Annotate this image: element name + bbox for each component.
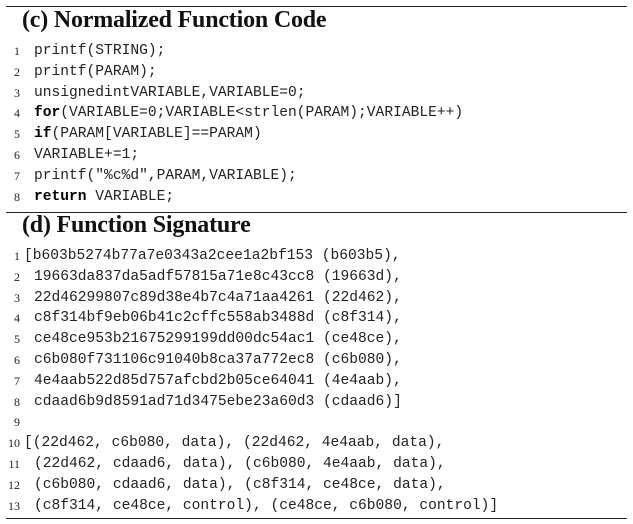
keyword-token: return xyxy=(34,188,87,205)
line-number: 8 xyxy=(14,189,20,204)
line-number: 6 xyxy=(14,147,20,162)
line-code: c6b080f731106c91040b8ca37a772ec8 (c6b080… xyxy=(34,350,402,371)
code-token: (c8f314, ce48ce, control), (ce48ce, c6b0… xyxy=(34,497,499,514)
line-number: 1 xyxy=(14,44,20,58)
line-code: (c6b080, cdaad6, data), (c8f314, ce48ce,… xyxy=(34,475,446,496)
line-code: if(PARAM[VARIABLE]==PARAM) xyxy=(34,124,262,145)
code-token: printf(STRING); xyxy=(34,43,166,59)
code-token: printf("%c%d",PARAM,VARIABLE); xyxy=(34,167,297,184)
line-code: 22d46299807c89d38e4b7c4a71aa4261 (22d462… xyxy=(34,288,402,309)
code-token: VARIABLE; xyxy=(86,188,175,205)
line-number: 11 xyxy=(8,456,20,471)
line-number: 12 xyxy=(8,477,20,492)
code-token: c8f314bf9eb06b41c2cffc558ab3488d (c8f314… xyxy=(34,310,402,327)
line-number: 10 xyxy=(8,436,20,451)
code-token: (PARAM[VARIABLE]==PARAM) xyxy=(51,126,262,143)
line-number: 7 xyxy=(14,168,20,183)
line-code: [(22d462, c6b080, data), (22d462, 4e4aab… xyxy=(24,433,444,454)
line-code: printf(PARAM); xyxy=(34,62,157,83)
keyword-token: for xyxy=(34,105,61,122)
line-number: 8 xyxy=(14,394,20,409)
code-token: c6b080f731106c91040b8ca37a772ec8 (c6b080… xyxy=(34,351,402,368)
line-code: printf(STRING); xyxy=(34,41,165,62)
line-number: 2 xyxy=(14,64,20,79)
code-token: ce48ce953b21675299199dd00dc54ac1 (ce48ce… xyxy=(34,331,402,348)
line-number: 4 xyxy=(14,106,20,121)
line-code: 19663da837da5adf57815a71e8c43cc8 (19663d… xyxy=(34,267,402,288)
line-code: unsignedintVARIABLE,VARIABLE=0; xyxy=(34,83,306,104)
code-token: cdaad6b9d8591ad71d3475ebe23a60d3 (cdaad6… xyxy=(34,393,402,410)
line-code: (22d462, cdaad6, data), (c6b080, 4e4aab,… xyxy=(34,454,446,475)
keyword-token: if xyxy=(34,126,52,143)
code-token: [b603b5274b77a7e0343a2cee1a2bf153 (b603b… xyxy=(24,248,401,264)
line-number: 9 xyxy=(14,415,20,430)
bottom-rule xyxy=(6,518,627,519)
line-number: 5 xyxy=(14,127,20,142)
line-number: 3 xyxy=(14,85,20,100)
code-token: unsignedintVARIABLE,VARIABLE=0; xyxy=(34,84,306,101)
code-token: VARIABLE+=1; xyxy=(34,146,140,163)
code-token: 22d46299807c89d38e4b7c4a71aa4261 (22d462… xyxy=(34,289,402,306)
line-code: VARIABLE+=1; xyxy=(34,145,139,166)
line-number: 4 xyxy=(14,311,20,326)
code-token: 19663da837da5adf57815a71e8c43cc8 (19663d… xyxy=(34,268,402,285)
code-token: (c6b080, cdaad6, data), (c8f314, ce48ce,… xyxy=(34,476,446,493)
code-token: (VARIABLE=0;VARIABLE<strlen(PARAM);VARIA… xyxy=(60,105,464,122)
line-number: 1 xyxy=(14,249,20,263)
line-code: cdaad6b9d8591ad71d3475ebe23a60d3 (cdaad6… xyxy=(34,392,402,413)
line-code: ce48ce953b21675299199dd00dc54ac1 (ce48ce… xyxy=(34,329,402,350)
line-code: 4e4aab522d85d757afcbd2b05ce64041 (4e4aab… xyxy=(34,371,402,392)
section-c-title: (c) Normalized Function Code xyxy=(22,7,327,33)
line-number: 13 xyxy=(8,498,20,513)
code-token: [(22d462, c6b080, data), (22d462, 4e4aab… xyxy=(24,435,445,452)
line-code: [b603b5274b77a7e0343a2cee1a2bf153 (b603b… xyxy=(24,246,401,267)
line-number: 5 xyxy=(14,332,20,347)
line-number: 7 xyxy=(14,373,20,388)
code-token: printf(PARAM); xyxy=(34,63,157,80)
line-number: 6 xyxy=(14,352,20,367)
line-code: return VARIABLE; xyxy=(34,187,174,208)
line-code: printf("%c%d",PARAM,VARIABLE); xyxy=(34,166,297,187)
section-d-title: (d) Function Signature xyxy=(22,212,251,238)
line-code: for(VARIABLE=0;VARIABLE<strlen(PARAM);VA… xyxy=(34,103,463,124)
line-code: c8f314bf9eb06b41c2cffc558ab3488d (c8f314… xyxy=(34,308,402,329)
code-token: 4e4aab522d85d757afcbd2b05ce64041 (4e4aab… xyxy=(34,372,402,389)
code-token: (22d462, cdaad6, data), (c6b080, 4e4aab,… xyxy=(34,455,446,472)
line-number: 2 xyxy=(14,269,20,284)
line-number: 3 xyxy=(14,290,20,305)
line-code: (c8f314, ce48ce, control), (ce48ce, c6b0… xyxy=(34,496,498,517)
